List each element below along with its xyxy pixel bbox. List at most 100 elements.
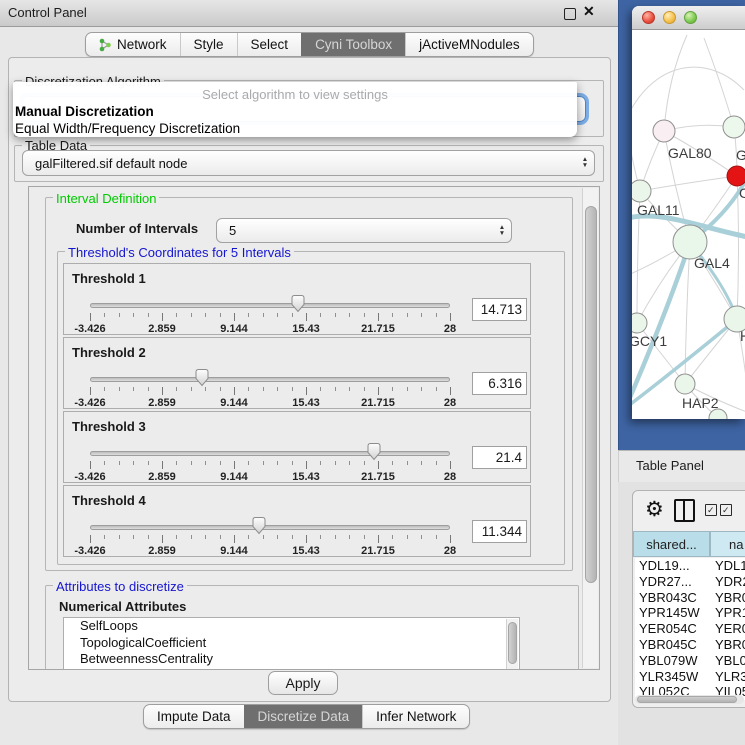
table-cell[interactable]: YDL19... — [635, 558, 715, 574]
threshold-3-slider[interactable]: -3.4262.8599.14415.4321.71528 — [90, 442, 450, 482]
tick-mark — [407, 535, 408, 539]
network-node[interactable] — [673, 225, 707, 259]
tab-label: Infer Network — [376, 705, 456, 728]
tab-select[interactable]: Select — [237, 33, 302, 56]
table-cell[interactable]: YER054C — [635, 621, 715, 637]
table-cell[interactable]: YDR27... — [635, 574, 715, 590]
attributes-list-scrollbar[interactable] — [506, 619, 518, 669]
node-table-frame: ⚙ ✓ ✓ shared... na YDL19...YDL19YDR27...… — [632, 490, 745, 708]
network-node[interactable] — [723, 116, 745, 138]
tab-infer-network[interactable]: Infer Network — [362, 705, 469, 728]
tab-style[interactable]: Style — [180, 33, 237, 56]
network-node[interactable] — [675, 374, 695, 394]
slider-handle[interactable] — [290, 294, 306, 313]
minimize-window-icon[interactable] — [663, 11, 676, 24]
popup-item-manual-discretization[interactable]: Manual Discretization — [13, 103, 577, 120]
scrollbar-thumb[interactable] — [508, 622, 517, 664]
checkbox-icon[interactable]: ✓ — [705, 504, 717, 516]
table-cell[interactable]: YLR34 — [715, 669, 745, 685]
tick-mark — [133, 461, 134, 465]
slider-track[interactable] — [90, 525, 450, 530]
table-cell[interactable]: YBR043C — [635, 590, 715, 606]
slider-handle[interactable] — [194, 368, 210, 387]
tab-impute-data[interactable]: Impute Data — [144, 705, 244, 728]
tick-mark — [378, 535, 379, 543]
threshold-3-value-field[interactable]: 21.4 — [472, 446, 527, 469]
table-cell[interactable]: YDR27 — [715, 574, 745, 590]
table-cell[interactable]: YBR04 — [715, 637, 745, 653]
threshold-4-value-field[interactable]: 11.344 — [472, 520, 527, 543]
threshold-4-slider[interactable]: -3.4262.8599.14415.4321.71528 — [90, 516, 450, 556]
slider-handle[interactable] — [251, 516, 267, 535]
tick-label: 2.859 — [148, 397, 176, 409]
checkbox-icon[interactable]: ✓ — [720, 504, 732, 516]
tick-mark — [292, 461, 293, 465]
number-of-intervals-combobox[interactable]: 5 ▲▼ — [216, 218, 512, 243]
slider-handle[interactable] — [366, 442, 382, 461]
table-cell[interactable]: YBL079W — [635, 653, 715, 669]
table-cell[interactable]: YPR145W — [635, 605, 715, 621]
network-node[interactable] — [632, 313, 647, 333]
slider-track[interactable] — [90, 451, 450, 456]
slider-track[interactable] — [90, 303, 450, 308]
close-window-icon[interactable] — [642, 11, 655, 24]
network-icon — [99, 38, 112, 52]
slider-ticks — [90, 313, 450, 322]
application-window: Control Panel ✕ Network Style Select Cyn… — [0, 0, 745, 745]
table-row[interactable]: YDL19...YDL19 — [635, 558, 745, 574]
scrollbar-thumb[interactable] — [637, 696, 737, 703]
attribute-list-item[interactable]: SelfLoops — [64, 618, 519, 635]
table-row[interactable]: YDR27...YDR27 — [635, 574, 745, 590]
network-canvas[interactable]: GAL80GACGAL11GAL4GCY1HAHAP2 — [632, 30, 745, 419]
tick-mark — [392, 461, 393, 465]
attribute-list-item[interactable]: TopologicalCoefficient — [64, 635, 519, 652]
tick-mark — [407, 461, 408, 465]
threshold-1-value-field[interactable]: 14.713 — [472, 298, 527, 321]
threshold-2-slider[interactable]: -3.4262.8599.14415.4321.71528 — [90, 368, 450, 408]
column-header-name[interactable]: na — [710, 531, 745, 557]
zoom-window-icon[interactable] — [684, 11, 697, 24]
tick-mark — [162, 535, 163, 543]
slider-track[interactable] — [90, 377, 450, 382]
network-node[interactable] — [653, 120, 675, 142]
split-columns-icon[interactable] — [674, 499, 695, 522]
column-header-shared-name[interactable]: shared... — [633, 531, 710, 557]
gear-icon[interactable]: ⚙ — [645, 500, 664, 520]
table-cell[interactable]: YPR14 — [715, 605, 745, 621]
tab-cyni-toolbox[interactable]: Cyni Toolbox — [301, 33, 405, 56]
threshold-1-block: Threshold 1 -3.4262.8599.14415.4321.7152… — [63, 263, 531, 335]
tick-mark — [148, 387, 149, 391]
table-row[interactable]: YLR345WYLR34 — [635, 669, 745, 685]
float-window-icon[interactable] — [564, 8, 576, 20]
table-cell[interactable]: YDL19 — [715, 558, 745, 574]
table-row[interactable]: YBL079WYBL07 — [635, 653, 745, 669]
apply-button[interactable]: Apply — [268, 671, 338, 695]
network-node[interactable] — [727, 166, 745, 186]
tab-label: Select — [251, 33, 289, 56]
threshold-1-slider[interactable]: -3.4262.8599.14415.4321.71528 — [90, 294, 450, 334]
network-node[interactable] — [632, 180, 651, 202]
table-cell[interactable]: YBR04 — [715, 590, 745, 606]
table-row[interactable]: YBR043CYBR04 — [635, 590, 745, 606]
tab-network[interactable]: Network — [86, 33, 180, 56]
settings-vertical-scrollbar[interactable] — [582, 188, 598, 668]
popup-item-equal-width-frequency[interactable]: Equal Width/Frequency Discretization — [13, 120, 577, 137]
combo-spinner-icon: ▲▼ — [493, 225, 511, 237]
close-icon[interactable]: ✕ — [583, 3, 595, 20]
tick-mark — [320, 387, 321, 391]
scrollbar-thumb[interactable] — [585, 206, 597, 583]
table-cell[interactable]: YLR345W — [635, 669, 715, 685]
tick-label: 2.859 — [148, 545, 176, 557]
table-cell[interactable]: YBR045C — [635, 637, 715, 653]
threshold-2-value-field[interactable]: 6.316 — [472, 372, 527, 395]
table-cell[interactable]: YBL07 — [715, 653, 745, 669]
table-row[interactable]: YBR045CYBR04 — [635, 637, 745, 653]
tab-discretize-data[interactable]: Discretize Data — [244, 705, 363, 728]
tab-jactivemnodules[interactable]: jActiveMNodules — [405, 33, 533, 56]
attribute-list-item[interactable]: BetweennessCentrality — [64, 651, 519, 668]
table-horizontal-scrollbar[interactable] — [635, 695, 744, 704]
table-row[interactable]: YPR145WYPR14 — [635, 605, 745, 621]
table-row[interactable]: YER054CYER05 — [635, 621, 745, 637]
table-cell[interactable]: YER05 — [715, 621, 745, 637]
table-data-combobox[interactable]: galFiltered.sif default node ▲▼ — [22, 150, 595, 176]
